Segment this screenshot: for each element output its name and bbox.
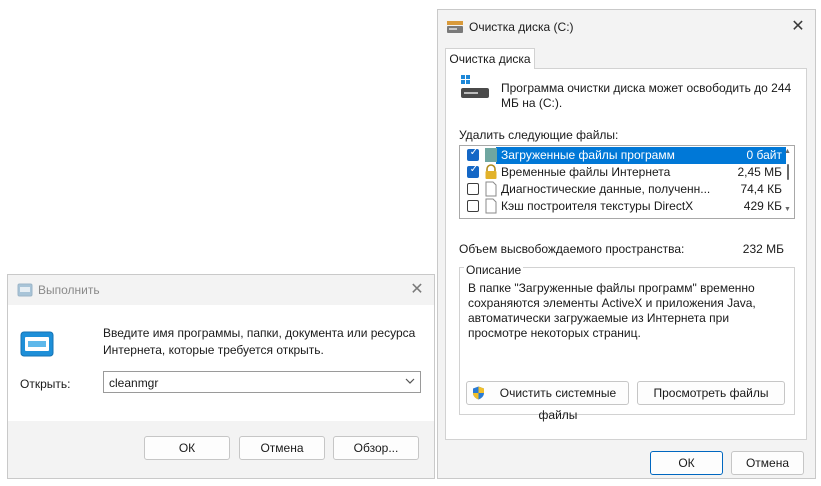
open-input[interactable]: cleanmgr — [103, 371, 421, 393]
shield-icon — [473, 386, 484, 400]
chevron-down-icon[interactable] — [404, 374, 416, 388]
disk-cleanup-intro: Программа очистки диска может освободить… — [501, 81, 792, 110]
file-size: 0 байт — [746, 148, 782, 162]
drive-icon — [461, 75, 489, 98]
checkmark-icon: ✓ — [469, 147, 479, 158]
checkbox[interactable] — [467, 183, 479, 195]
checkbox[interactable]: ✓ — [467, 147, 479, 161]
run-icon — [17, 283, 33, 297]
file-name: Кэш построителя текстуры DirectX — [501, 199, 694, 213]
file-size: 2,45 МБ — [737, 165, 782, 179]
disk-cleanup-dialog: Очистка диска (C:) ✕ Очистка диска Прогр… — [437, 9, 816, 479]
list-item[interactable]: ✓ Временные файлы Интернета 2,45 МБ — [460, 164, 782, 181]
delete-files-label: Удалить следующие файлы: — [459, 128, 619, 142]
open-input-value[interactable]: cleanmgr — [109, 376, 158, 390]
run-app-icon — [20, 331, 54, 357]
file-size: 74,4 КБ — [740, 182, 782, 196]
tab-disk-cleanup[interactable]: Очистка диска — [445, 48, 535, 69]
run-body: Введите имя программы, папки, документа … — [8, 305, 434, 421]
open-label: Открыть: — [20, 377, 71, 391]
lock-icon — [485, 164, 497, 179]
checkmark-icon: ✓ — [469, 164, 479, 175]
list-scrollbar[interactable]: ▲ ▼ — [782, 146, 794, 218]
scroll-down-icon[interactable]: ▼ — [784, 206, 791, 213]
folder-icon — [485, 148, 497, 162]
clean-system-files-button[interactable]: Очистить системные файлы — [466, 381, 629, 422]
checkbox[interactable] — [467, 200, 479, 212]
file-icon — [485, 198, 497, 214]
space-label: Объем высвобождаемого пространства: — [459, 242, 685, 256]
scroll-up-icon[interactable]: ▲ — [784, 148, 791, 155]
list-item[interactable]: Кэш построителя текстуры DirectX 429 КБ — [460, 198, 782, 215]
run-dialog: Выполнить ✕ Введите имя программы, папки… — [7, 274, 435, 479]
view-files-button[interactable]: Просмотреть файлы — [637, 381, 785, 405]
checkbox[interactable]: ✓ — [467, 164, 479, 178]
run-cancel-button[interactable]: Отмена — [239, 436, 325, 460]
file-size: 429 КБ — [743, 199, 782, 213]
disk-cleanup-cancel-button[interactable]: Отмена — [731, 451, 804, 475]
file-name: Временные файлы Интернета — [501, 165, 671, 179]
description-title: Описание — [464, 263, 524, 277]
disk-cleanup-panel: Программа очистки диска может освободить… — [445, 68, 807, 440]
file-icon — [485, 181, 497, 197]
disk-cleanup-title: Очистка диска (C:) — [469, 20, 574, 34]
run-ok-button[interactable]: ОК — [144, 436, 230, 460]
run-titlebar[interactable]: Выполнить ✕ — [8, 275, 434, 305]
list-item[interactable]: Диагностические данные, полученн... 74,4… — [460, 181, 782, 198]
disk-cleanup-ok-button[interactable]: ОК — [650, 451, 723, 475]
file-name: Диагностические данные, полученн... — [501, 182, 711, 196]
close-icon[interactable]: ✕ — [406, 279, 428, 301]
files-list[interactable]: ✓ Загруженные файлы программ 0 байт ✓ Вр… — [459, 145, 795, 219]
close-icon[interactable]: ✕ — [787, 16, 809, 38]
clean-system-files-label: Очистить системные файлы — [499, 386, 617, 422]
description-text: В папке "Загруженные файлы программ" вре… — [468, 281, 756, 340]
space-value: 232 МБ — [742, 242, 784, 256]
list-item[interactable]: ✓ Загруженные файлы программ 0 байт — [460, 147, 786, 164]
scroll-thumb[interactable] — [787, 164, 789, 180]
file-name: Загруженные файлы программ — [501, 148, 675, 162]
run-browse-button[interactable]: Обзор... — [333, 436, 419, 460]
disk-cleanup-icon — [447, 21, 463, 33]
run-description: Введите имя программы, папки, документа … — [103, 326, 416, 357]
run-title: Выполнить — [38, 283, 100, 297]
